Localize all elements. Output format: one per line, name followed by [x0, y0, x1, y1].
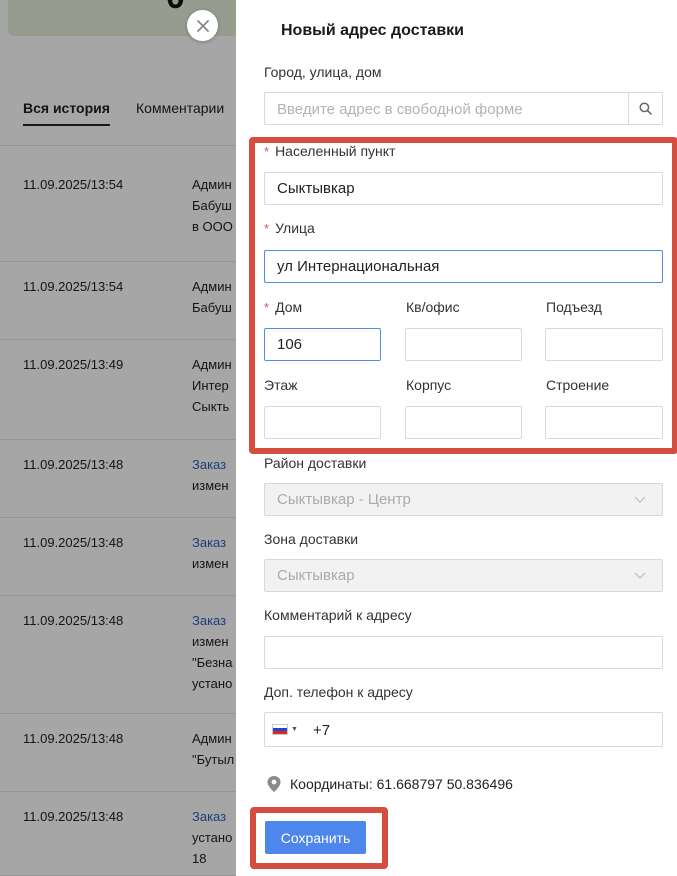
building-label: Корпус	[406, 377, 452, 393]
phone-input[interactable]: +7	[313, 722, 330, 739]
address-search-label: Город, улица, дом	[264, 64, 382, 80]
zone-select: Сыктывкар	[264, 559, 663, 592]
floor-input[interactable]	[264, 406, 381, 439]
house-label: * Дом	[264, 299, 302, 315]
required-mark: *	[264, 144, 270, 159]
house-label-text: Дом	[275, 299, 303, 315]
zone-label: Зона доставки	[264, 531, 359, 547]
close-icon	[196, 19, 209, 32]
locality-label: * Населенный пункт	[264, 143, 395, 159]
drawer-title: Новый адрес доставки	[281, 22, 464, 39]
district-value: Сыктывкар - Центр	[277, 491, 411, 508]
phone-field: ▼ +7	[264, 712, 663, 747]
apartment-label: Кв/офис	[406, 299, 460, 315]
street-label-text: Улица	[275, 220, 315, 236]
search-icon	[639, 102, 652, 115]
house-input[interactable]: 106	[264, 328, 381, 361]
required-mark: *	[264, 300, 270, 315]
chevron-down-icon	[634, 496, 646, 503]
locality-label-text: Населенный пункт	[275, 143, 396, 159]
entrance-input[interactable]	[545, 328, 663, 361]
district-label: Район доставки	[264, 455, 367, 471]
address-search-input[interactable]: Введите адрес в свободной форме	[277, 101, 523, 118]
new-address-drawer: Новый адрес доставки Город, улица, дом В…	[236, 0, 677, 876]
caret-down-icon: ▼	[291, 726, 298, 733]
street-label: * Улица	[264, 220, 315, 236]
locality-input[interactable]: Сыктывкар	[264, 172, 663, 205]
phone-label: Доп. телефон к адресу	[264, 684, 413, 700]
street-input[interactable]: ул Интернациональная	[264, 250, 663, 283]
chevron-down-icon	[634, 572, 646, 579]
required-mark: *	[264, 221, 270, 236]
zone-value: Сыктывкар	[277, 567, 355, 584]
coordinates: Координаты: 61.668797 50.836496	[266, 775, 513, 793]
structure-input[interactable]	[545, 406, 663, 439]
floor-label: Этаж	[264, 377, 298, 393]
comment-label: Комментарий к адресу	[264, 607, 412, 623]
building-input[interactable]	[405, 406, 522, 439]
search-button[interactable]	[628, 93, 662, 124]
coordinates-text: Координаты: 61.668797 50.836496	[290, 776, 513, 792]
russia-flag-icon	[272, 724, 289, 735]
entrance-label: Подъезд	[546, 299, 602, 315]
location-pin-icon	[267, 776, 281, 792]
district-select: Сыктывкар - Центр	[264, 483, 663, 516]
apartment-input[interactable]	[405, 328, 522, 361]
country-selector[interactable]: ▼	[265, 713, 305, 746]
structure-label: Строение	[546, 377, 610, 393]
comment-input[interactable]	[264, 636, 663, 669]
address-search: Введите адрес в свободной форме	[264, 92, 663, 125]
close-button[interactable]	[187, 10, 218, 41]
save-button[interactable]: Сохранить	[265, 821, 366, 854]
